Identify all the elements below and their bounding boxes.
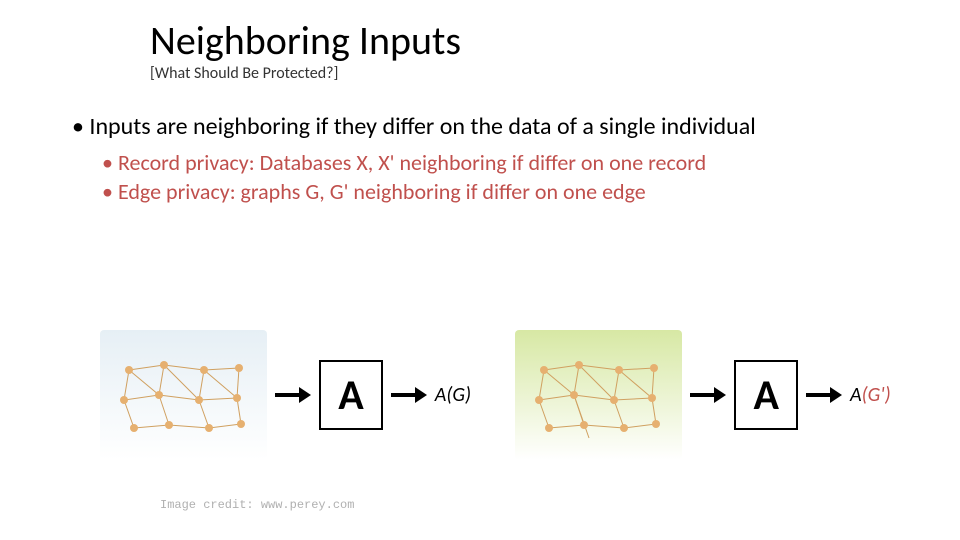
image-credit: Image credit: www.perey.com — [160, 498, 354, 512]
panel-graph-g — [100, 330, 267, 460]
output-label-ag: A(G) — [435, 383, 485, 407]
algorithm-box-right: A — [734, 360, 798, 430]
slide-subtitle: [What Should Be Protected?] — [150, 64, 338, 83]
diagram: A A(G) A A(G') — [100, 330, 900, 460]
arrow-icon — [275, 389, 311, 401]
arrow-icon — [391, 389, 427, 401]
bullet-record-privacy: Record privacy: Databases X, X' neighbor… — [102, 149, 922, 176]
output-label-agprime: A(G') — [850, 383, 900, 407]
algorithm-box-left: A — [319, 360, 383, 430]
bullet-edge-privacy: Edge privacy: graphs G, G' neighboring i… — [102, 178, 922, 205]
slide-title: Neighboring Inputs — [150, 16, 461, 65]
graph-gprime-icon — [524, 350, 674, 440]
panel-graph-gprime — [515, 330, 682, 460]
arrow-icon — [806, 389, 842, 401]
bullet-list: Inputs are neighboring if they differ on… — [72, 112, 922, 207]
graph-g-icon — [109, 350, 259, 440]
arrow-icon — [690, 389, 726, 401]
bullet-main: Inputs are neighboring if they differ on… — [72, 112, 922, 141]
